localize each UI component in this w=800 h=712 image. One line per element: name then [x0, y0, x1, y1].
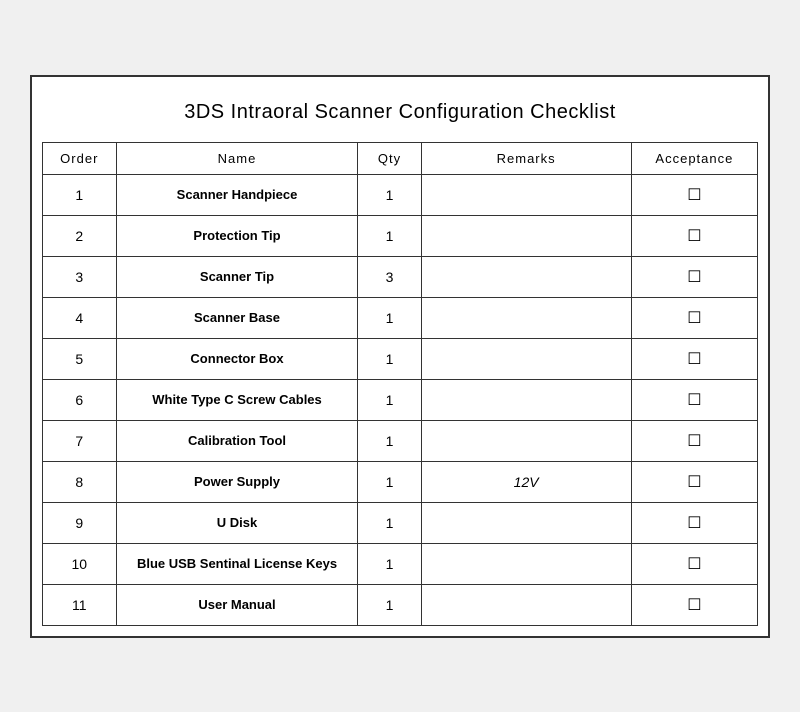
cell-qty: 1: [358, 297, 421, 338]
table-row: 10Blue USB Sentinal License Keys1 ☐: [43, 543, 758, 584]
cell-name: Blue USB Sentinal License Keys: [116, 543, 358, 584]
table-row: 8Power Supply112V☐: [43, 461, 758, 502]
checklist-table: Order Name Qty Remarks Acceptance 1Scann…: [42, 142, 758, 626]
cell-remarks: [421, 256, 631, 297]
cell-remarks: [421, 420, 631, 461]
cell-name: Calibration Tool: [116, 420, 358, 461]
cell-order: 7: [43, 420, 117, 461]
checklist-container: 3DS Intraoral Scanner Configuration Chec…: [30, 75, 770, 638]
cell-qty: 3: [358, 256, 421, 297]
cell-qty: 1: [358, 543, 421, 584]
cell-remarks: [421, 379, 631, 420]
cell-qty: 1: [358, 338, 421, 379]
cell-acceptance[interactable]: ☐: [631, 461, 757, 502]
col-header-order: Order: [43, 142, 117, 174]
table-row: 4Scanner Base1 ☐: [43, 297, 758, 338]
cell-name: Scanner Handpiece: [116, 174, 358, 215]
cell-order: 10: [43, 543, 117, 584]
cell-order: 8: [43, 461, 117, 502]
cell-qty: 1: [358, 174, 421, 215]
cell-acceptance[interactable]: ☐: [631, 256, 757, 297]
cell-order: 1: [43, 174, 117, 215]
cell-acceptance[interactable]: ☐: [631, 338, 757, 379]
cell-name: U Disk: [116, 502, 358, 543]
cell-acceptance[interactable]: ☐: [631, 215, 757, 256]
cell-name: Scanner Base: [116, 297, 358, 338]
cell-order: 2: [43, 215, 117, 256]
cell-acceptance[interactable]: ☐: [631, 584, 757, 625]
cell-order: 9: [43, 502, 117, 543]
cell-name: Connector Box: [116, 338, 358, 379]
cell-remarks: [421, 584, 631, 625]
table-header-row: Order Name Qty Remarks Acceptance: [43, 142, 758, 174]
table-row: 6White Type C Screw Cables1 ☐: [43, 379, 758, 420]
cell-qty: 1: [358, 584, 421, 625]
cell-order: 3: [43, 256, 117, 297]
table-body: 1Scanner Handpiece1☐2Protection Tip1☐3Sc…: [43, 174, 758, 625]
cell-qty: 1: [358, 461, 421, 502]
cell-qty: 1: [358, 215, 421, 256]
cell-order: 6: [43, 379, 117, 420]
cell-name: Protection Tip: [116, 215, 358, 256]
col-header-remarks: Remarks: [421, 142, 631, 174]
cell-acceptance[interactable]: ☐: [631, 379, 757, 420]
table-row: 2Protection Tip1 ☐: [43, 215, 758, 256]
cell-acceptance[interactable]: ☐: [631, 297, 757, 338]
cell-remarks: 12V: [421, 461, 631, 502]
cell-remarks: [421, 174, 631, 215]
cell-remarks: [421, 215, 631, 256]
col-header-name: Name: [116, 142, 358, 174]
cell-name: Power Supply: [116, 461, 358, 502]
cell-remarks: [421, 338, 631, 379]
cell-name: User Manual: [116, 584, 358, 625]
cell-acceptance[interactable]: ☐: [631, 420, 757, 461]
cell-name: White Type C Screw Cables: [116, 379, 358, 420]
cell-qty: 1: [358, 420, 421, 461]
table-row: 7Calibration Tool1 ☐: [43, 420, 758, 461]
cell-acceptance[interactable]: ☐: [631, 174, 757, 215]
cell-order: 4: [43, 297, 117, 338]
table-row: 3Scanner Tip3 ☐: [43, 256, 758, 297]
cell-remarks: [421, 543, 631, 584]
table-row: 5Connector Box1 ☐: [43, 338, 758, 379]
cell-name: Scanner Tip: [116, 256, 358, 297]
cell-acceptance[interactable]: ☐: [631, 502, 757, 543]
checklist-title: 3DS Intraoral Scanner Configuration Chec…: [42, 87, 758, 142]
cell-order: 5: [43, 338, 117, 379]
table-row: 11User Manual1 ☐: [43, 584, 758, 625]
cell-qty: 1: [358, 502, 421, 543]
col-header-qty: Qty: [358, 142, 421, 174]
cell-qty: 1: [358, 379, 421, 420]
table-row: 1Scanner Handpiece1 ☐: [43, 174, 758, 215]
table-row: 9U Disk1 ☐: [43, 502, 758, 543]
cell-order: 11: [43, 584, 117, 625]
cell-remarks: [421, 502, 631, 543]
col-header-acceptance: Acceptance: [631, 142, 757, 174]
cell-acceptance[interactable]: ☐: [631, 543, 757, 584]
cell-remarks: [421, 297, 631, 338]
